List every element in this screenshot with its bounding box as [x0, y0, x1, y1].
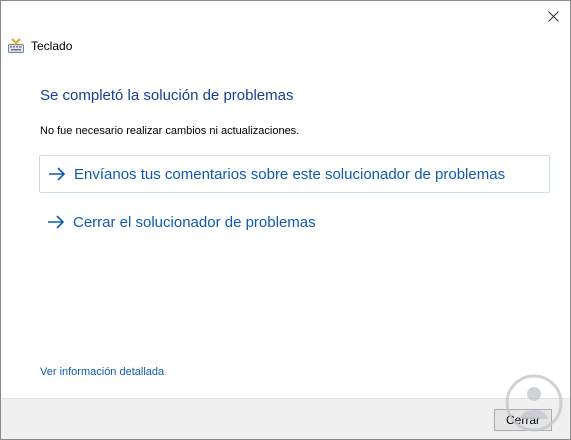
close-icon: [547, 10, 559, 22]
keyboard-troubleshooter-icon: [8, 38, 24, 53]
result-message: No fue necesario realizar cambios ni act…: [40, 125, 300, 137]
footer-bar: Cerrar: [1, 398, 570, 439]
page-heading: Se completó la solución de problemas: [40, 87, 294, 104]
send-feedback-label: Envíanos tus comentarios sobre este solu…: [74, 165, 506, 183]
arrow-right-icon: [49, 167, 66, 181]
close-troubleshooter-label: Cerrar el solucionador de problemas: [73, 213, 316, 231]
app-title: Teclado: [31, 39, 73, 53]
view-details-link[interactable]: Ver información detallada: [40, 366, 164, 378]
troubleshooter-window: Teclado Se completó la solución de probl…: [0, 0, 571, 440]
close-button[interactable]: Cerrar: [494, 409, 552, 431]
close-troubleshooter-link[interactable]: Cerrar el solucionador de problemas: [39, 203, 550, 241]
title-bar: [1, 1, 570, 33]
send-feedback-link[interactable]: Envíanos tus comentarios sobre este solu…: [39, 155, 550, 193]
arrow-right-icon: [48, 215, 65, 229]
app-header: Teclado: [8, 38, 72, 54]
window-close-button[interactable]: [536, 1, 570, 31]
